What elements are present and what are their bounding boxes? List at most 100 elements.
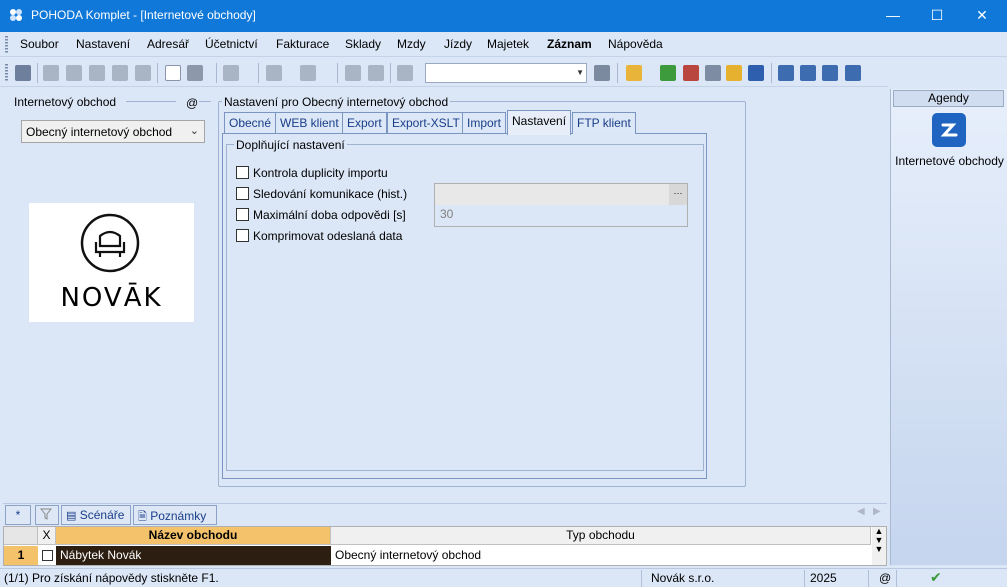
print-preview-icon[interactable] xyxy=(89,65,105,81)
menu-sklady[interactable]: Sklady xyxy=(345,37,381,51)
checkmark-icon: ✔ xyxy=(930,569,942,585)
checkbox-row[interactable]: Komprimovat odeslaná data xyxy=(236,229,402,243)
row-checkbox[interactable] xyxy=(38,546,56,565)
column-header-type[interactable]: Typ obchodu xyxy=(331,527,871,545)
menu-soubor[interactable]: Soubor xyxy=(20,37,59,51)
cash-register-icon[interactable] xyxy=(660,65,676,81)
scroll-left-icon[interactable]: ◀ xyxy=(857,506,865,517)
duplicity-label: Kontrola duplicity importu xyxy=(253,166,388,180)
notes-tab[interactable]: 🗎 Poznámky xyxy=(133,505,217,525)
bottom-tab-bar: * ▤ Scénáře 🗎 Poznámky ◀ ▶ xyxy=(3,503,887,525)
menu-napoveda[interactable]: Nápověda xyxy=(608,37,663,51)
timeout-value[interactable]: 30 xyxy=(440,207,453,221)
copy-record-icon[interactable] xyxy=(43,65,59,81)
filter-icon[interactable] xyxy=(594,65,610,81)
shops-table: X Název obchodu Typ obchodu ▲ ▼ ▼ 1 Nábyte… xyxy=(3,526,887,566)
toolbar-separator xyxy=(37,63,38,83)
scroll-right-icon[interactable]: ▶ xyxy=(873,506,881,517)
table-view-icon[interactable] xyxy=(223,65,239,81)
menu-jizdy[interactable]: Jízdy xyxy=(444,37,472,51)
menu-fakturace[interactable]: Fakturace xyxy=(276,37,329,51)
tab-export-xslt[interactable]: Export-XSLT xyxy=(387,112,465,134)
status-at: @ xyxy=(879,571,892,585)
internet-shop-agenda-icon[interactable] xyxy=(932,113,966,147)
exit-agenda-icon[interactable] xyxy=(15,65,31,81)
column-header-name[interactable]: Název obchodu xyxy=(56,527,331,545)
calendar-icon[interactable] xyxy=(683,65,699,81)
revert-icon[interactable] xyxy=(368,65,384,81)
tab-obecne[interactable]: Obecné xyxy=(224,112,277,134)
communication-log-checkbox[interactable] xyxy=(236,187,249,200)
row-select-checkbox[interactable] xyxy=(42,550,53,561)
compress-checkbox[interactable] xyxy=(236,229,249,242)
calculator-icon[interactable] xyxy=(705,65,721,81)
pohoda-app-icon[interactable] xyxy=(8,7,24,23)
iban-icon[interactable] xyxy=(748,65,764,81)
browse-button[interactable]: ··· xyxy=(669,184,687,205)
export-icon[interactable] xyxy=(112,65,128,81)
edit-record-icon[interactable] xyxy=(187,65,203,81)
tools-icon[interactable] xyxy=(300,65,316,81)
layout-icon[interactable] xyxy=(822,65,838,81)
status-separator xyxy=(868,570,869,587)
shop-name-cell[interactable]: Nábytek Novák xyxy=(56,546,331,565)
chevron-down-icon: ⌄ xyxy=(189,125,199,137)
shop-type-cell[interactable]: Obecný internetový obchod xyxy=(331,546,871,565)
checkbox-row[interactable]: Maximální doba odpovědi [s] xyxy=(236,208,406,222)
window-icon[interactable] xyxy=(778,65,794,81)
list-window-icon[interactable] xyxy=(800,65,816,81)
menu-adresar[interactable]: Adresář xyxy=(147,37,189,51)
agenda-header: Agendy xyxy=(893,90,1004,107)
status-year: 2025 xyxy=(810,571,837,585)
quick-search-combo[interactable]: ▼ xyxy=(425,63,587,83)
row-number[interactable]: 1 xyxy=(4,546,38,565)
scenarios-tab[interactable]: ▤ Scénáře xyxy=(61,505,131,525)
print-icon[interactable] xyxy=(66,65,82,81)
tab-export[interactable]: Export xyxy=(342,112,387,134)
checkbox-row[interactable]: Kontrola duplicity importu xyxy=(236,166,388,180)
checkbox-row[interactable]: Sledování komunikace (hist.) xyxy=(236,187,407,201)
close-button[interactable]: ✕ xyxy=(959,0,1005,32)
communication-log-input[interactable] xyxy=(435,184,670,205)
menu-zaznam[interactable]: Záznam xyxy=(547,37,592,51)
save-icon[interactable] xyxy=(345,65,361,81)
mail-icon[interactable] xyxy=(135,65,151,81)
menu-grip[interactable] xyxy=(5,36,8,53)
minimize-button[interactable]: — xyxy=(870,0,916,32)
agenda-item-label[interactable]: Internetové obchody xyxy=(891,154,1007,169)
column-header-x[interactable]: X xyxy=(38,527,56,545)
timeout-checkbox[interactable] xyxy=(236,208,249,221)
row-number-header xyxy=(4,527,38,545)
maximize-button[interactable]: ☐ xyxy=(914,0,960,32)
status-hint: (1/1) Pro získání nápovědy stiskněte F1. xyxy=(4,571,219,585)
new-row-tab[interactable]: * xyxy=(5,505,31,525)
status-bar: (1/1) Pro získání nápovědy stiskněte F1.… xyxy=(0,568,1007,587)
duplicity-checkbox[interactable] xyxy=(236,166,249,179)
toolbar-separator xyxy=(337,63,338,83)
toolbar-separator xyxy=(617,63,618,83)
shop-logo: NOVĀK xyxy=(29,203,194,322)
filter-tab-icon[interactable] xyxy=(35,505,59,525)
tab-import[interactable]: Import xyxy=(462,112,507,134)
menu-ucetnictvi[interactable]: Účetnictví xyxy=(205,37,258,51)
shop-select-value: Obecný internetový obchod xyxy=(26,125,173,139)
help-icon[interactable] xyxy=(845,65,861,81)
menu-nastaveni[interactable]: Nastavení xyxy=(76,37,130,51)
menu-majetek[interactable]: Majetek xyxy=(487,37,529,51)
new-record-icon[interactable] xyxy=(165,65,181,81)
back-arrow-icon[interactable] xyxy=(266,65,282,81)
tab-nastaveni[interactable]: Nastavení xyxy=(507,110,572,135)
menu-mzdy[interactable]: Mzdy xyxy=(397,37,426,51)
menu-bar: Soubor Nastavení Adresář Účetnictví Fakt… xyxy=(0,32,1007,57)
toolbar-grip[interactable] xyxy=(5,64,8,81)
clipboard-icon[interactable] xyxy=(397,65,413,81)
tab-ftp-klient[interactable]: FTP klient xyxy=(572,112,636,134)
toolbar-separator xyxy=(390,63,391,83)
chevron-down-icon[interactable]: ▼ xyxy=(576,68,584,77)
tab-web-klient[interactable]: WEB klient xyxy=(275,112,344,134)
shop-select[interactable]: Obecný internetový obchod ⌄ xyxy=(21,120,205,143)
folder-icon[interactable] xyxy=(626,65,642,81)
status-company: Novák s.r.o. xyxy=(651,571,715,585)
grid-scrollbar[interactable]: ▲ ▼ ▼ xyxy=(872,527,886,565)
coins-icon[interactable] xyxy=(726,65,742,81)
